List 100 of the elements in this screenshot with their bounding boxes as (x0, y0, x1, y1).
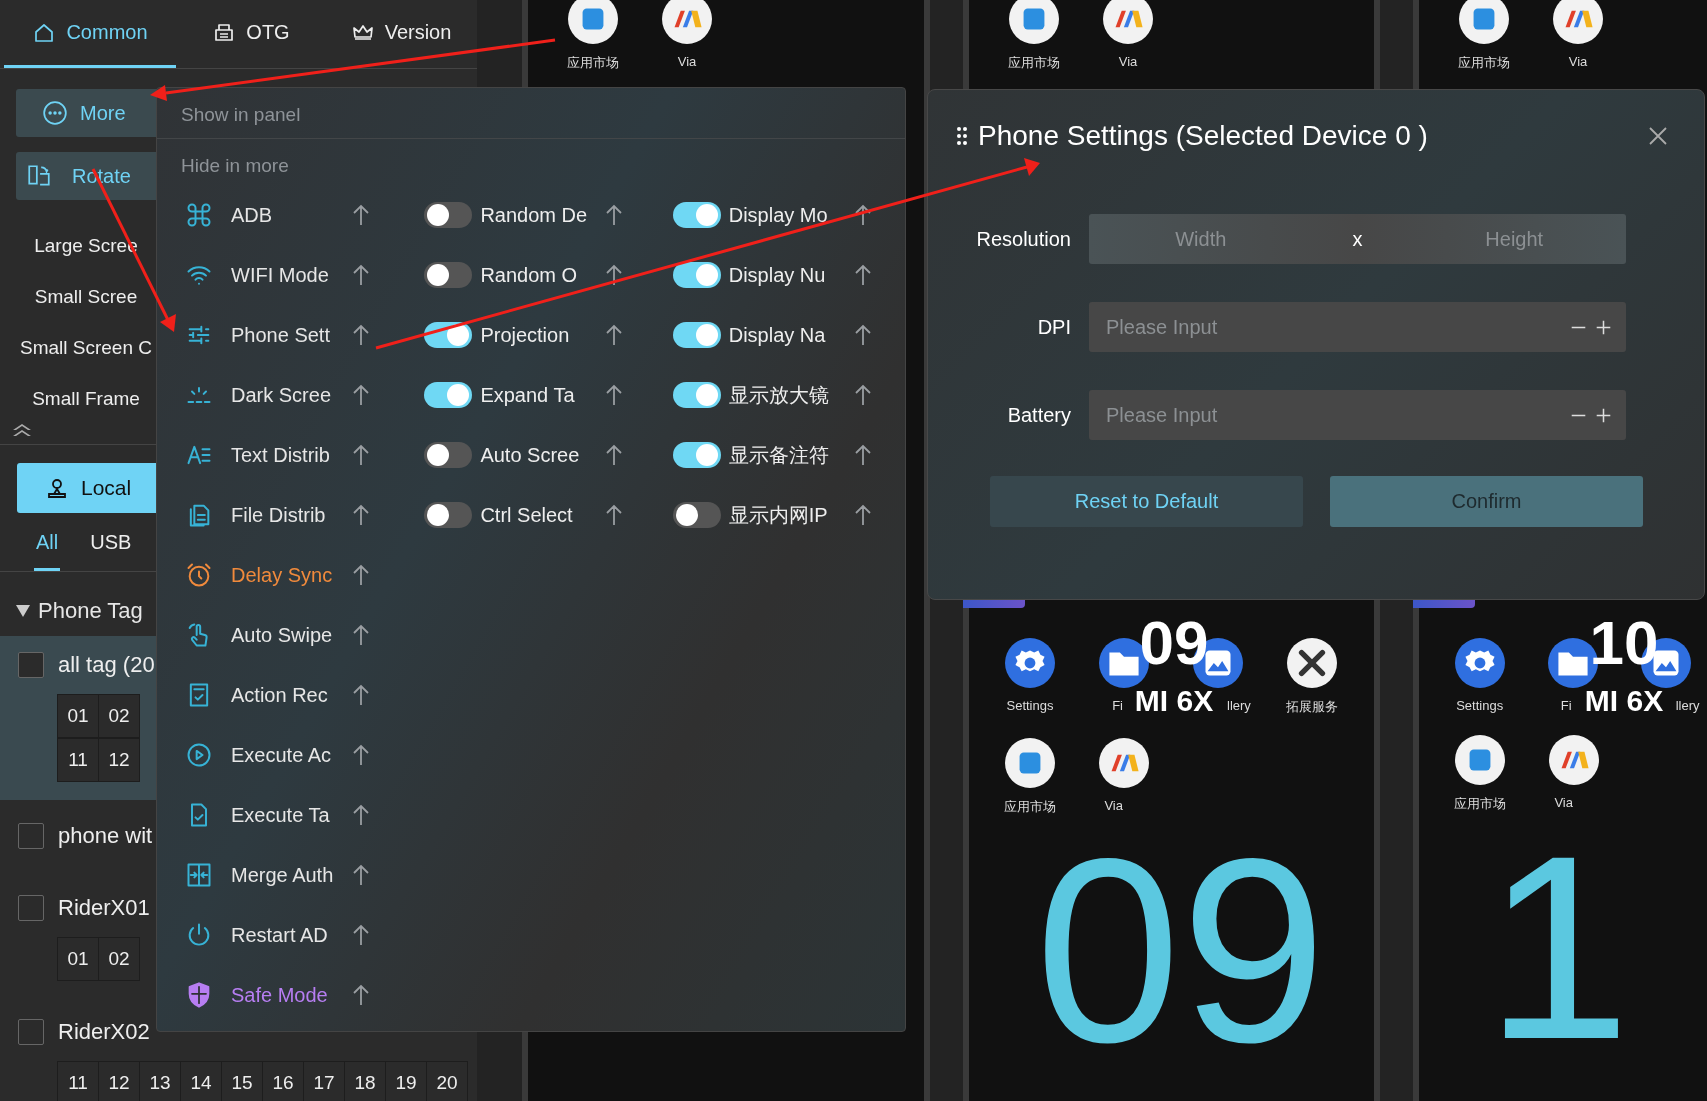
toggle-switch[interactable] (424, 502, 473, 528)
separator: x (1351, 227, 1364, 251)
toggle-switch[interactable] (672, 262, 721, 288)
menu-action[interactable]: Text Distrib (231, 443, 351, 467)
height-input[interactable]: Height (1402, 226, 1626, 252)
device-number[interactable]: 02 (98, 694, 140, 738)
toggle-switch[interactable] (672, 442, 721, 468)
arrow-up-icon[interactable] (351, 443, 371, 467)
menu-action[interactable]: Delay Sync (231, 563, 351, 587)
toggle-switch[interactable] (672, 502, 721, 528)
close-icon[interactable] (1648, 126, 1668, 146)
group-name[interactable]: phone wit (58, 823, 153, 849)
checkbox[interactable] (18, 823, 44, 849)
menu-action[interactable]: Auto Swipe (231, 623, 351, 647)
arrow-up-icon[interactable] (351, 983, 371, 1007)
tags-heading: Phone Tag (38, 598, 143, 624)
command-icon (185, 201, 213, 229)
number-field[interactable]: Please Input (1089, 302, 1626, 352)
toggle-switch[interactable] (424, 382, 473, 408)
menu-action[interactable]: Merge Auth (231, 863, 351, 887)
device-number[interactable]: 01 (57, 937, 99, 981)
app-label: Via (1554, 795, 1573, 810)
collapse-icon[interactable] (12, 424, 32, 438)
arrow-up-icon[interactable] (351, 563, 371, 587)
group-name[interactable]: RiderX02 (58, 1019, 150, 1045)
store-app-icon[interactable] (1459, 0, 1509, 44)
menu-action[interactable]: Phone Sett (231, 323, 351, 347)
app-label: 应用市场 (567, 54, 619, 72)
checkbox[interactable] (18, 1019, 44, 1045)
gear-app-icon[interactable] (1005, 638, 1055, 688)
resolution-field[interactable]: Width x Height (1089, 214, 1626, 264)
rotate-device-icon (26, 163, 52, 189)
arrow-up-icon[interactable] (351, 743, 371, 767)
stripes-app-icon[interactable] (1553, 0, 1603, 44)
group-name[interactable]: RiderX01 (58, 895, 150, 921)
checkbox[interactable] (18, 895, 44, 921)
plus-icon[interactable] (1595, 406, 1612, 424)
width-input[interactable]: Width (1089, 226, 1313, 252)
store-app-icon[interactable] (1009, 0, 1059, 44)
device-number[interactable]: 01 (57, 694, 99, 738)
arrow-up-icon[interactable] (351, 683, 371, 707)
device-number[interactable]: 12 (98, 738, 140, 782)
arrow-up-icon[interactable] (351, 863, 371, 887)
arrow-up-icon[interactable] (351, 503, 371, 527)
arrow-up-icon[interactable] (351, 263, 371, 287)
device-number[interactable]: 20 (426, 1061, 468, 1101)
number-field[interactable]: Please Input (1089, 390, 1626, 440)
menu-action[interactable]: Restart AD (231, 923, 351, 947)
menu-action[interactable]: Dark Scree (231, 383, 351, 407)
device-number[interactable]: 02 (98, 937, 140, 981)
drag-handle-icon[interactable] (956, 126, 968, 146)
toggle-label: 显示内网IP (728, 502, 829, 528)
arrow-up-icon[interactable] (351, 383, 371, 407)
arrow-up-icon[interactable] (351, 323, 371, 347)
stripes-app-icon[interactable] (662, 0, 712, 44)
toggle-label: Display Mo (728, 203, 829, 227)
arrow-up-icon[interactable] (351, 803, 371, 827)
caret-down-icon[interactable] (16, 605, 30, 617)
sidebar-tab[interactable]: Version (326, 0, 476, 68)
device-number[interactable]: 11 (57, 738, 99, 782)
app-label: llery (1675, 698, 1700, 713)
arrow-up-icon[interactable] (351, 203, 371, 227)
toggle-switch[interactable] (424, 202, 473, 228)
checkbox[interactable] (18, 652, 44, 678)
toggle-switch[interactable] (672, 202, 721, 228)
arrow-up-icon[interactable] (351, 623, 371, 647)
group-name[interactable]: all tag (20 (58, 652, 155, 678)
merge-icon (185, 861, 213, 889)
menu-action[interactable]: Safe Mode (231, 983, 351, 1007)
toggle-switch[interactable] (424, 442, 473, 468)
via-app-icon[interactable] (1549, 735, 1599, 785)
number-input[interactable]: Please Input (1089, 402, 1562, 428)
menu-action[interactable]: ADB (231, 203, 351, 227)
toggle-switch[interactable] (424, 262, 473, 288)
menu-action[interactable]: Action Rec (231, 683, 351, 707)
store-app-icon[interactable] (1005, 738, 1055, 788)
toggle-switch[interactable] (672, 382, 721, 408)
sidebar-tab[interactable]: OTG (176, 0, 326, 68)
store-app-icon[interactable] (1455, 735, 1505, 785)
device-number[interactable]: 11 (57, 1061, 99, 1101)
number-input[interactable]: Please Input (1089, 314, 1562, 340)
sidebar-tab[interactable]: Common (4, 0, 176, 68)
menu-action[interactable]: WIFI Mode (231, 263, 351, 287)
gear-app-icon[interactable] (1454, 638, 1505, 688)
app-label: Via (1104, 798, 1123, 813)
reset-button[interactable]: Reset to Default (990, 476, 1303, 527)
plus-icon[interactable] (1595, 318, 1612, 336)
field-label: Resolution (975, 227, 1072, 251)
menu-action[interactable]: Execute Ta (231, 803, 351, 827)
via-app-icon[interactable] (1099, 738, 1149, 788)
toggle-label: Ctrl Select (480, 503, 574, 527)
toggle-switch[interactable] (672, 322, 721, 348)
menu-action[interactable]: Execute Ac (231, 743, 351, 767)
store-app-icon[interactable] (568, 0, 618, 44)
app-label: Settings (1456, 698, 1504, 713)
menu-action[interactable]: File Distrib (231, 503, 351, 527)
arrow-up-icon[interactable] (351, 923, 371, 947)
device-number-overlay: 10 (1589, 612, 1659, 674)
stripes-app-icon[interactable] (1103, 0, 1153, 44)
source-tab[interactable]: USB (88, 527, 134, 571)
